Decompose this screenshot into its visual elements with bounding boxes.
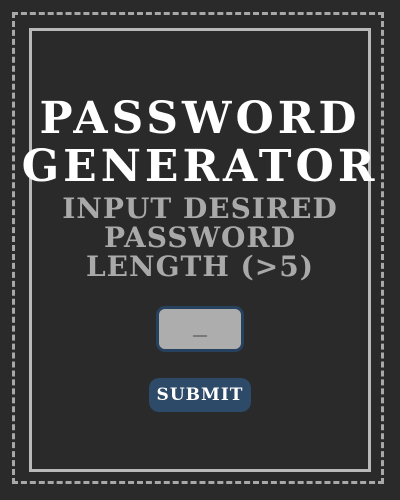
page-title: PASSWORD GENERATOR xyxy=(0,95,400,191)
submit-button[interactable]: SUBMIT xyxy=(149,378,251,412)
prompt-line-3: LENGTH (>5) xyxy=(85,250,314,283)
title-line-1: PASSWORD xyxy=(39,93,361,145)
length-prompt: INPUT DESIRED PASSWORD LENGTH (>5) xyxy=(0,194,400,281)
title-line-2: GENERATOR xyxy=(21,141,379,193)
prompt-line-2: PASSWORD xyxy=(104,221,296,254)
password-length-input[interactable] xyxy=(156,306,244,352)
prompt-line-1: INPUT DESIRED xyxy=(62,192,338,225)
